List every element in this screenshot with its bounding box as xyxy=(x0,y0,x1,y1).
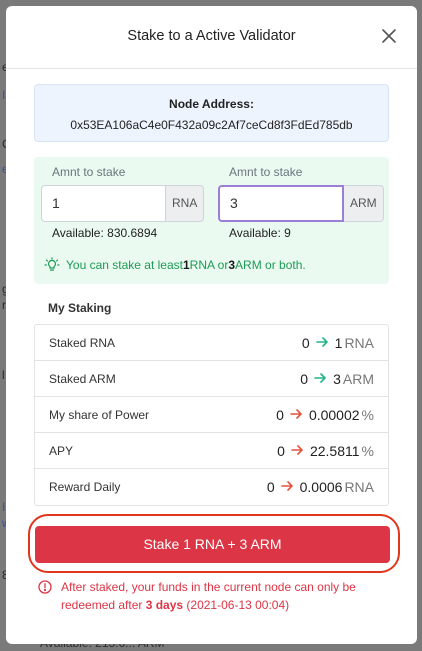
node-address-label: Node Address: xyxy=(169,97,254,111)
rna-amount-input[interactable]: 1 xyxy=(41,185,166,222)
hint-rna-min: 1 xyxy=(182,258,190,272)
staking-row-value: 0 1 RNA xyxy=(302,335,374,351)
staking-row-value: 0 22.5811% xyxy=(277,443,374,459)
staking-row: APY 0 22.5811% xyxy=(35,433,388,469)
node-address-box: Node Address: 0x53EA106aC4e0F432a09c2Af7… xyxy=(34,84,389,142)
staking-unit: % xyxy=(361,442,374,459)
arm-amount-label: Amnt to stake xyxy=(229,165,303,179)
hint-prefix: You can stake at least xyxy=(66,258,183,272)
warning-text: After staked, your funds in the current … xyxy=(61,578,383,614)
arm-amount-input[interactable]: 3 xyxy=(218,185,344,222)
modal-header: Stake to a Active Validator xyxy=(6,6,417,69)
close-icon[interactable] xyxy=(381,28,397,44)
staking-from-value: 0 xyxy=(266,479,275,495)
staking-from-value: 0 xyxy=(301,334,310,351)
staking-to-value: 22.5811 xyxy=(309,442,360,459)
staking-row-value: 0 0.0006 RNA xyxy=(267,479,374,495)
staking-row: Staked ARM 0 3 ARM xyxy=(35,361,388,397)
staking-row-label: Staked RNA xyxy=(49,335,116,350)
alert-circle-icon xyxy=(38,580,52,594)
arrow-right-icon xyxy=(314,371,327,387)
rna-field-group: Amnt to stake 1 RNA Available: 830.6894 xyxy=(41,165,205,240)
arrow-right-icon xyxy=(315,335,329,351)
staking-row: My share of Power 0 0.00002% xyxy=(35,397,388,433)
staking-row-label: Staked ARM xyxy=(49,371,116,386)
bg-fragment: l xyxy=(2,368,5,382)
node-address-value: 0x53EA106aC4e0F432a09c2Af7ceCd8f3FdEd785… xyxy=(70,118,353,132)
warning-date: (2021-06-13 00:04) xyxy=(183,598,290,612)
bg-fragment: I xyxy=(2,88,6,102)
hint-arm-min: 3 xyxy=(228,258,236,272)
arm-available: Available: 9 xyxy=(229,226,291,240)
rna-unit-addon: RNA xyxy=(166,185,205,222)
staking-row-label: My share of Power xyxy=(49,407,150,422)
stake-minimum-hint: You can stake at least 1 RNA or 3 ARM or… xyxy=(44,257,306,273)
staking-to-value: 3 xyxy=(333,370,341,387)
rna-available: Available: 830.6894 xyxy=(52,226,158,240)
redeem-warning: After staked, your funds in the current … xyxy=(38,578,383,614)
staking-row-value: 0 0.00002% xyxy=(276,407,374,423)
staking-unit: % xyxy=(361,406,374,423)
arrow-right-icon xyxy=(291,443,304,459)
staking-to-value: 0.0006 xyxy=(299,479,343,495)
arm-unit-addon: ARM xyxy=(344,185,384,222)
staking-unit: RNA xyxy=(344,479,374,495)
modal-title: Stake to a Active Validator xyxy=(127,28,296,44)
hint-mid: RNA or xyxy=(189,258,229,272)
arm-field-group: Amnt to stake 3 ARM Available: 9 xyxy=(218,165,384,240)
hint-suffix: ARM or both. xyxy=(235,258,306,272)
rna-amount-label: Amnt to stake xyxy=(52,165,126,179)
staking-row-value: 0 3 ARM xyxy=(300,371,374,387)
arrow-right-icon xyxy=(280,479,294,495)
staking-row: Staked RNA 0 1 RNA xyxy=(35,325,388,361)
staking-unit: ARM xyxy=(342,370,374,387)
staking-row-label: Reward Daily xyxy=(49,480,121,494)
staking-row: Reward Daily 0 0.0006 RNA xyxy=(35,469,388,505)
staking-from-value: 0 xyxy=(277,442,285,459)
staking-row-label: APY xyxy=(49,443,74,458)
staking-to-value: 1 xyxy=(334,334,343,351)
stake-button-highlight: Stake 1 RNA + 3 ARM xyxy=(28,514,400,573)
stake-modal: Stake to a Active Validator Node Address… xyxy=(6,6,417,644)
staking-from-value: 0 xyxy=(276,406,284,423)
arrow-right-icon xyxy=(290,407,303,423)
my-staking-table: Staked RNA 0 1 RNA Staked ARM 0 3 ARM My share o… xyxy=(34,324,389,506)
lightbulb-icon xyxy=(44,257,60,271)
staking-to-value: 0.00002 xyxy=(308,406,360,423)
staking-from-value: 0 xyxy=(300,370,309,387)
staking-unit: RNA xyxy=(344,334,374,351)
my-staking-title: My Staking xyxy=(48,301,112,315)
warning-days: 3 days xyxy=(145,598,184,612)
stake-form: Amnt to stake 1 RNA Available: 830.6894 … xyxy=(34,157,389,284)
stake-button[interactable]: Stake 1 RNA + 3 ARM xyxy=(35,526,390,563)
